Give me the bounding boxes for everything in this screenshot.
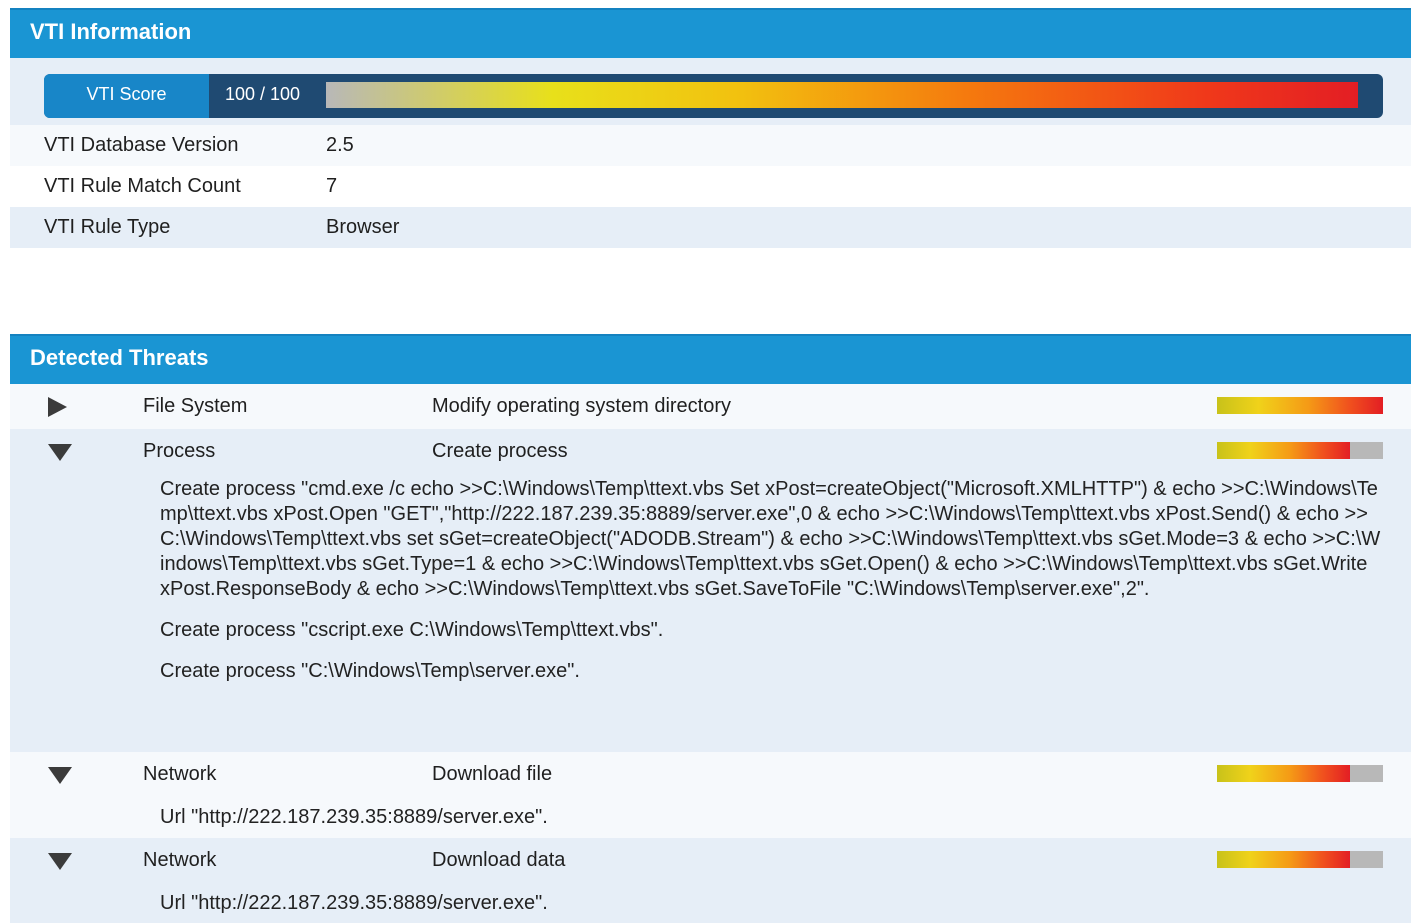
threat-details-process: Create process "cmd.exe /c echo >>C:\Win… [10,474,1411,752]
expand-arrow-icon[interactable] [48,397,67,417]
threat-description: Modify operating system directory [432,395,732,417]
threat-category: Network [143,849,217,871]
threat-row-network-download-file[interactable]: Network Download file [10,752,1411,797]
info-value: 2.5 [326,134,354,156]
vti-score-value: 100 / 100 [225,84,301,104]
severity-bar [1217,851,1383,868]
severity-fill [1217,851,1350,868]
vti-information-panel: VTI Information VTI Score 100 / 100 VTI … [10,8,1411,248]
info-value: 7 [326,175,338,197]
threat-description: Download data [432,849,566,871]
info-row-database-version: VTI Database Version 2.5 [10,125,1411,166]
info-key: VTI Database Version [44,134,239,156]
vti-score-bar: VTI Score 100 / 100 [44,74,1383,118]
threat-row-process[interactable]: Process Create process [10,429,1411,474]
collapse-arrow-icon[interactable] [48,444,72,461]
info-key: VTI Rule Match Count [44,175,241,197]
severity-bar [1217,765,1383,782]
vti-score-meter [326,82,1358,108]
info-row-rule-type: VTI Rule Type Browser [10,207,1411,248]
threat-description: Create process [432,440,568,462]
vti-score-label: VTI Score [44,74,209,118]
threat-row-file-system[interactable]: File System Modify operating system dire… [10,384,1411,429]
info-value: Browser [326,216,400,238]
detected-threats-header: Detected Threats [10,334,1411,384]
detail-line: Url "http://222.187.239.35:8889/server.e… [160,892,548,914]
severity-bar [1217,442,1383,459]
severity-fill [1217,442,1350,459]
vti-information-header: VTI Information [10,8,1411,58]
threat-details-network-data: Url "http://222.187.239.35:8889/server.e… [10,883,1411,923]
collapse-arrow-icon[interactable] [48,853,72,870]
threat-details-network-file: Url "http://222.187.239.35:8889/server.e… [10,797,1411,838]
threat-description: Download file [432,763,553,785]
severity-bar [1217,397,1383,414]
info-row-rule-match-count: VTI Rule Match Count 7 [10,166,1411,207]
threat-category: Process [143,440,216,462]
detail-line: Url "http://222.187.239.35:8889/server.e… [160,806,548,828]
detail-line: Create process "C:\Windows\Temp\server.e… [160,660,580,682]
detail-line: Create process "cscript.exe C:\Windows\T… [160,619,664,641]
vti-score-row: VTI Score 100 / 100 [10,58,1411,125]
collapse-arrow-icon[interactable] [48,767,72,784]
severity-fill [1217,765,1350,782]
threat-category: Network [143,763,217,785]
detail-line: Create process "cmd.exe /c echo >>C:\Win… [160,478,1381,600]
info-key: VTI Rule Type [44,216,171,238]
threat-category: File System [143,395,248,417]
severity-fill [1217,397,1383,414]
detected-threats-panel: Detected Threats File System Modify oper… [10,334,1411,923]
threat-row-network-download-data[interactable]: Network Download data [10,838,1411,883]
